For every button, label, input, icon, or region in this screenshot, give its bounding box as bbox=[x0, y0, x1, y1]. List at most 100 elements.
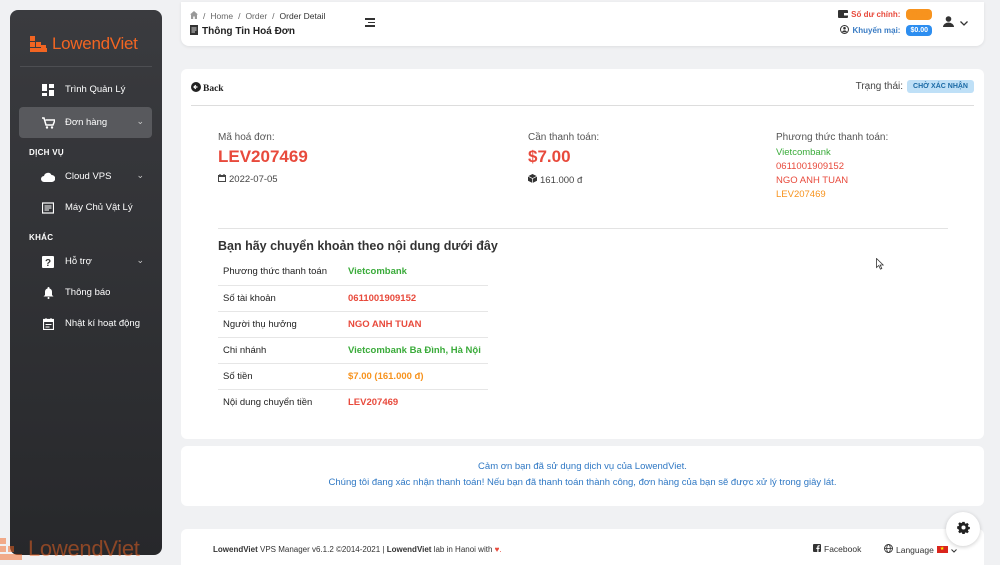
row-value: Vietcombank Ba Đình, Hà Nội bbox=[343, 337, 488, 364]
sidebar-item-notifications[interactable]: Thông báo bbox=[19, 277, 152, 308]
pm-content: LEV207469 bbox=[776, 189, 826, 200]
language-selector[interactable]: Language bbox=[884, 544, 957, 555]
dashboard-icon bbox=[41, 83, 55, 97]
settings-button[interactable] bbox=[946, 512, 980, 546]
back-button[interactable]: Back bbox=[191, 82, 224, 95]
table-row: Số tài khoản 0611001909152 bbox=[218, 285, 488, 312]
sidebar-nav: Trình Quản Lý Đơn hàng ⌄ DỊCH VỤ Cloud V… bbox=[10, 72, 162, 339]
invoice-label: Mã hoá đơn: bbox=[218, 132, 275, 143]
chevron-down-icon bbox=[960, 17, 968, 29]
invoice-date: 2022-07-05 bbox=[218, 174, 308, 185]
logo-mark-icon bbox=[30, 36, 47, 52]
sidebar-item-label: Hỗ trợ bbox=[65, 256, 92, 267]
promo-balance: Khuyến mại: $0.00 bbox=[840, 25, 932, 36]
chevron-down-icon: ⌄ bbox=[136, 116, 144, 126]
watermark-logo: LowendViet bbox=[0, 536, 140, 562]
divider bbox=[191, 105, 974, 106]
sidebar: LowendViet Trình Quản Lý Đơn hàng ⌄ DỊCH… bbox=[10, 10, 162, 555]
main-balance: Số dư chính: $1.68 bbox=[838, 9, 932, 20]
sidebar-item-label: Trình Quản Lý bbox=[65, 84, 126, 95]
invoice-id: LEV207469 bbox=[218, 147, 308, 166]
server-icon bbox=[41, 201, 55, 215]
brand-logo[interactable]: LowendViet bbox=[30, 34, 138, 54]
amount-info: Cần thanh toán: $7.00 161.000 đ bbox=[527, 132, 600, 186]
facebook-icon bbox=[813, 544, 821, 554]
sidebar-item-label: Thông báo bbox=[65, 287, 111, 298]
pm-bank: Vietcombank bbox=[776, 147, 831, 158]
sidebar-item-orders[interactable]: Đơn hàng ⌄ bbox=[19, 107, 152, 138]
chevron-down-icon: ⌄ bbox=[136, 170, 144, 180]
user-menu-button[interactable] bbox=[943, 16, 968, 30]
arrow-left-circle-icon bbox=[191, 82, 201, 95]
breadcrumb-order-detail: Order Detail bbox=[279, 11, 326, 21]
calendar-icon bbox=[218, 174, 226, 185]
gear-icon bbox=[956, 521, 970, 537]
sidebar-item-dedicated-server[interactable]: Máy Chủ Vật Lý bbox=[19, 192, 152, 223]
sidebar-item-cloud-vps[interactable]: Cloud VPS ⌄ bbox=[19, 161, 152, 192]
footer: LowendViet VPS Manager v6.1.2 ©2014-2021… bbox=[181, 529, 984, 565]
sidebar-item-label: Nhật kí hoạt động bbox=[65, 318, 140, 329]
row-key: Phương thức thanh toán bbox=[218, 259, 343, 286]
breadcrumb-home[interactable]: Home bbox=[210, 11, 233, 21]
row-key: Nội dung chuyển tiền bbox=[223, 396, 313, 408]
thank-you-line-2: Chúng tôi đang xác nhận thanh toán! Nếu … bbox=[328, 477, 837, 488]
facebook-link[interactable]: Facebook bbox=[813, 544, 861, 554]
breadcrumb: / Home / Order / Order Detail bbox=[190, 11, 325, 21]
table-row: Chi nhánh Vietcombank Ba Đình, Hà Nội bbox=[218, 337, 488, 364]
pm-holder: NGO ANH TUAN bbox=[776, 175, 849, 186]
promo-icon bbox=[840, 25, 850, 36]
payment-method-label: Phương thức thanh toán: bbox=[776, 132, 889, 143]
row-value: LEV207469 bbox=[348, 396, 399, 408]
main-balance-badge: $1.68 bbox=[906, 9, 932, 20]
logo-mark-icon bbox=[0, 538, 22, 560]
amount-usd: $7.00 bbox=[528, 147, 571, 166]
thank-you-line-1: Cảm ơn bạn đã sử dụng dịch vụ của Lowend… bbox=[478, 461, 687, 472]
row-value: Vietcombank bbox=[343, 259, 488, 286]
chevron-down-icon: ⌄ bbox=[136, 255, 144, 265]
wallet-icon bbox=[838, 9, 849, 20]
invoice-info: Mã hoá đơn: LEV207469 2022-07-05 bbox=[218, 132, 308, 185]
sidebar-item-label: Đơn hàng bbox=[65, 117, 108, 128]
globe-icon bbox=[884, 544, 893, 555]
divider bbox=[218, 228, 948, 229]
box-icon bbox=[527, 174, 538, 186]
page-title: Thông Tin Hoá Đơn bbox=[190, 25, 295, 38]
sidebar-item-dashboard[interactable]: Trình Quản Lý bbox=[19, 74, 152, 105]
top-header: / Home / Order / Order Detail Thông Tin … bbox=[181, 2, 984, 46]
amount-label: Cần thanh toán: bbox=[528, 132, 600, 143]
menu-toggle-icon[interactable] bbox=[365, 18, 375, 29]
bell-icon bbox=[41, 286, 55, 300]
transfer-table: Phương thức thanh toán Vietcombank Số tà… bbox=[218, 259, 488, 415]
breadcrumb-order[interactable]: Order bbox=[245, 11, 267, 21]
row-value: NGO ANH TUAN bbox=[343, 311, 488, 338]
user-icon bbox=[943, 16, 954, 30]
help-icon: ? bbox=[41, 255, 55, 269]
watermark-text: LowendViet bbox=[28, 536, 140, 561]
section-label-services: DỊCH VỤ bbox=[29, 148, 64, 157]
row-key: Chi nhánh bbox=[218, 337, 343, 364]
svg-text:?: ? bbox=[45, 258, 51, 268]
calendar-log-icon bbox=[41, 317, 55, 331]
footer-credits: LowendViet VPS Manager v6.1.2 ©2014-2021… bbox=[213, 545, 502, 554]
row-value: 0611001909152 bbox=[343, 285, 488, 312]
vietnam-flag-icon bbox=[936, 546, 948, 553]
sidebar-item-support[interactable]: ? Hỗ trợ ⌄ bbox=[19, 246, 152, 277]
transfer-title: Bạn hãy chuyển khoản theo nội dung dưới … bbox=[218, 239, 498, 253]
logo-text: LowendViet bbox=[52, 34, 138, 53]
section-label-other: KHÁC bbox=[29, 233, 54, 242]
home-icon[interactable] bbox=[190, 11, 198, 21]
cloud-icon bbox=[41, 170, 55, 184]
chevron-down-icon bbox=[950, 545, 957, 555]
mouse-cursor-icon bbox=[876, 257, 885, 273]
invoice-doc-icon bbox=[190, 25, 198, 38]
sidebar-item-activity-log[interactable]: Nhật kí hoạt động bbox=[19, 308, 152, 339]
sidebar-item-label: Máy Chủ Vật Lý bbox=[65, 202, 133, 213]
logo-divider bbox=[20, 66, 152, 67]
pm-account: 0611001909152 bbox=[776, 161, 844, 172]
table-row: Số tiền $7.00 (161.000 đ) bbox=[218, 363, 488, 390]
payment-method-info: Phương thức thanh toán: Vietcombank 0611… bbox=[776, 132, 888, 200]
cart-icon bbox=[41, 116, 55, 130]
row-key: Số tiền bbox=[218, 363, 343, 390]
amount-vnd: 161.000 đ bbox=[527, 174, 599, 186]
table-row: Phương thức thanh toán Vietcombank bbox=[218, 259, 488, 286]
